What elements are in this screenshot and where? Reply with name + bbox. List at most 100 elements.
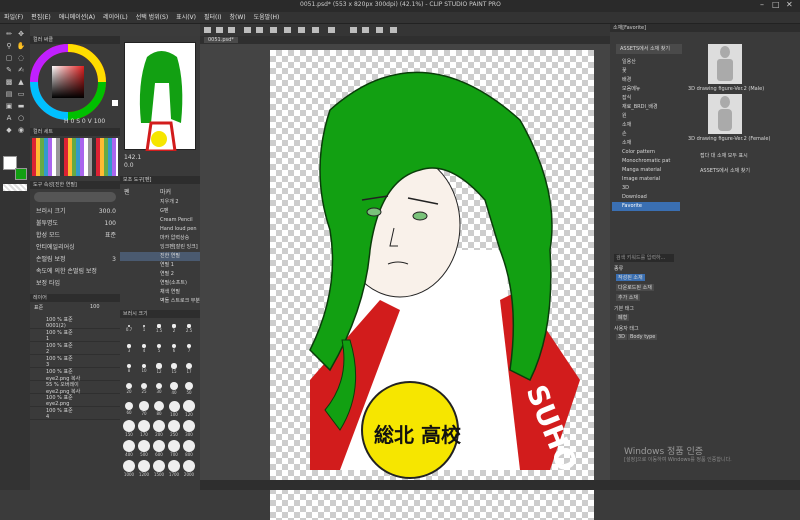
maximize-icon[interactable]: □ [772, 0, 780, 9]
brush-size-cell[interactable]: 150 [122, 420, 136, 439]
tree-item-selected[interactable]: Favorite [612, 202, 680, 211]
gradient-tool-icon[interactable]: ▤ [4, 90, 14, 98]
tree-item[interactable]: 꽃 [612, 67, 680, 76]
menu-file[interactable]: 파일(F) [0, 12, 27, 24]
transparent-swatch[interactable] [3, 184, 27, 191]
brush-size-cell[interactable]: 10 [137, 360, 151, 379]
zoom-tool-icon[interactable]: ⚲ [4, 42, 14, 50]
layer-item[interactable]: 100 % 표준 4 [30, 407, 120, 420]
brush-size-cell[interactable]: 2.5 [182, 320, 196, 339]
brush-size-cell[interactable]: 300 [182, 420, 196, 439]
layer-item[interactable]: 55 % 오버레이 eye2.png 복사 [30, 381, 120, 395]
sub-tool-item[interactable]: 마카 압력상승 [120, 234, 200, 243]
assets-link[interactable]: ASSETS에서 소재 찾기 [700, 167, 750, 174]
speed-stabilization-row[interactable]: 속도에 의한 손떨림 보정 [30, 266, 120, 278]
sub-tool-tab[interactable]: 펜 [124, 187, 130, 196]
selection-tool-icon[interactable]: ▢ [4, 54, 14, 62]
brush-size-cell[interactable]: 1000 [122, 460, 136, 479]
brush-size-cell[interactable]: 1200 [137, 460, 151, 479]
brush-size-cell[interactable]: 7 [182, 340, 196, 359]
sub-tool-item[interactable]: 벽돌 스트로크 부분 [120, 297, 200, 306]
sub-tool-item[interactable]: G펜 [120, 207, 200, 216]
menu-edit[interactable]: 편집(E) [27, 12, 55, 24]
layer-blend-mode[interactable]: 표준 [34, 304, 43, 311]
brush-size-cell[interactable]: 400 [122, 440, 136, 459]
brush-size-cell[interactable]: 25 [137, 380, 151, 399]
brush-size-cell[interactable]: 6 [167, 340, 181, 359]
brush-tool-icon[interactable]: ✍ [16, 66, 26, 74]
color-wheel[interactable] [30, 44, 120, 126]
pen-tool-icon[interactable]: ✏ [4, 30, 14, 38]
show-all-link[interactable]: 접다 대 소재 모두 표시 [700, 152, 748, 159]
sub-tool-item[interactable]: Hand loud pen [120, 225, 200, 234]
sub-tool-item-selected[interactable]: 진한 연필 [120, 252, 200, 261]
command-bar-icons[interactable] [200, 24, 610, 36]
brush-size-cell[interactable]: 1.5 [152, 320, 166, 339]
brush-size-cell[interactable]: 0.7 [122, 320, 136, 339]
brush-size-cell[interactable]: 600 [152, 440, 166, 459]
brush-size-cell[interactable]: 700 [167, 440, 181, 459]
brush-size-cell[interactable]: 8 [122, 360, 136, 379]
opacity-row[interactable]: 불투명도 100 [30, 218, 120, 230]
layer-item[interactable]: 100 % 표준 2 [30, 342, 120, 355]
brush-size-cell[interactable]: 5 [152, 340, 166, 359]
user-tag-chip[interactable]: 3D [616, 334, 628, 340]
menu-help[interactable]: 도움말(H) [250, 12, 284, 24]
canvas[interactable]: SUHO 総北 高校 [270, 50, 594, 520]
layer-item[interactable]: 100 % 표준 0001(2) [30, 316, 120, 329]
default-tag-chip[interactable]: 폐형 [616, 314, 630, 321]
sub-tool-item[interactable]: 연필 1 [120, 261, 200, 270]
navigator-preview[interactable] [124, 42, 196, 153]
brush-size-row[interactable]: 브러시 크기 300.0 [30, 206, 120, 218]
tree-item[interactable]: 소재 [612, 121, 680, 130]
brush-size-cell[interactable]: 1500 [152, 460, 166, 479]
layer-item[interactable]: 100 % 표준 1 [30, 329, 120, 342]
brush-size-cell[interactable]: 80 [152, 400, 166, 419]
blend-mode-row[interactable]: 합성 모드 표준 [30, 230, 120, 242]
tree-item[interactable]: 원 [612, 112, 680, 121]
stabilization-row[interactable]: 손떨림 보정 3 [30, 254, 120, 266]
sub-tool-tab[interactable]: 마커 [160, 187, 171, 196]
tree-item[interactable]: Download [612, 193, 680, 202]
brush-size-cell[interactable]: 30 [152, 380, 166, 399]
figure-thumbnail-male[interactable] [708, 44, 742, 84]
sub-tool-item[interactable]: 연필(소프트) [120, 279, 200, 288]
brush-size-cell[interactable]: 2000 [182, 460, 196, 479]
hand-tool-icon[interactable]: ✋ [16, 42, 26, 50]
rotate-readout[interactable]: 0.0 [124, 162, 134, 169]
brush-size-cell[interactable]: 17 [182, 360, 196, 379]
user-tag-chip[interactable]: Body type [628, 334, 658, 340]
sub-tool-item[interactable]: Cream Pencil [120, 216, 200, 225]
brush-size-cell[interactable]: 2 [167, 320, 181, 339]
correction-type-row[interactable]: 보정 타입 [30, 278, 120, 290]
text-tool-icon[interactable]: A [4, 114, 14, 122]
antialias-row[interactable]: 안티에일리어싱 [30, 242, 120, 254]
sub-tool-item[interactable]: 연필 2 [120, 270, 200, 279]
brush-size-cell[interactable]: 70 [137, 400, 151, 419]
brush-size-cell[interactable]: 3 [122, 340, 136, 359]
brush-size-cell[interactable]: 60 [122, 400, 136, 419]
brush-size-cell[interactable]: 1 [137, 320, 151, 339]
brush-size-cell[interactable]: 1700 [167, 460, 181, 479]
canvas-tab[interactable]: 0051.psd* [204, 37, 238, 43]
layer-item[interactable]: 100 % 표준 eye2.png [30, 394, 120, 407]
brush-size-cell[interactable]: 800 [182, 440, 196, 459]
blend-tool-icon[interactable]: ◉ [16, 126, 26, 134]
tree-item[interactable]: 손 [612, 130, 680, 139]
sub-tool-item[interactable]: 채색 연필 [120, 288, 200, 297]
menu-selection[interactable]: 선택 범위(S) [132, 12, 172, 24]
brush-size-cell[interactable]: 15 [167, 360, 181, 379]
frame-tool-icon[interactable]: ▣ [4, 102, 14, 110]
tag-chip[interactable]: 작성된 소재 [616, 274, 645, 281]
material-search-input[interactable]: 검색 키워드를 입력하... [614, 254, 674, 262]
tree-item[interactable]: Manga material [612, 166, 680, 175]
tree-item[interactable]: Image material [612, 175, 680, 184]
sub-tool-item[interactable]: 잉크펜[잘린 잉크] [120, 243, 200, 252]
correction-tool-icon[interactable]: ◆ [4, 126, 14, 134]
brush-size-cell[interactable]: 50 [182, 380, 196, 399]
fill-tool-icon[interactable]: ▲ [16, 78, 26, 86]
layer-item[interactable]: 100 % 표준 eye2.png 복사 [30, 368, 120, 382]
tree-item[interactable]: 일용산 [612, 58, 680, 67]
brush-size-cell[interactable]: 170 [137, 420, 151, 439]
tag-chip[interactable]: 추가 소재 [616, 294, 640, 301]
